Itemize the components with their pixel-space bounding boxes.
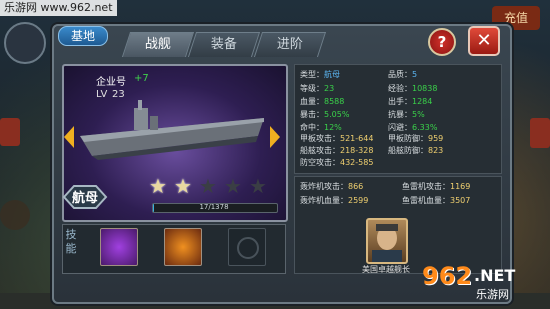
stat-bomber-attack: 轰炸机攻击：866 xyxy=(300,182,364,191)
stat-side-defense: 船舷防御：823 xyxy=(388,146,444,155)
stat-dodge: 闪避：6.33% xyxy=(388,123,438,132)
carrier-type-text: 航母 xyxy=(72,190,98,206)
stat-crit: 暴击：5.05% xyxy=(300,110,350,119)
base-tag: 基地 xyxy=(58,26,108,46)
watermark-site: 乐游网 xyxy=(476,288,509,301)
stat-hit: 命中：12% xyxy=(300,123,342,132)
ship-enhance-level: +7 xyxy=(134,73,149,84)
star-icon: ★ xyxy=(199,174,217,198)
commander-portrait[interactable] xyxy=(366,218,408,264)
skill-aircraft-icon[interactable] xyxy=(100,228,138,266)
skills-label: 技能 xyxy=(65,228,77,255)
side-icon-left xyxy=(0,200,30,230)
tab-equipment[interactable]: 装备 xyxy=(187,32,261,57)
stat-level: 等级：23 xyxy=(300,84,335,93)
exp-text: 17/1378 xyxy=(199,203,229,211)
help-button[interactable]: ? xyxy=(428,28,456,56)
side-menu-left xyxy=(0,118,20,146)
tab-warship[interactable]: 战舰 xyxy=(121,32,195,57)
stat-hp: 血量：8588 xyxy=(300,97,345,106)
aircraft-carrier-image xyxy=(80,100,264,160)
crosshair-icon xyxy=(237,237,259,259)
stat-anti-crit: 抗暴：5% xyxy=(388,110,425,119)
watermark-num: 962 xyxy=(422,262,473,290)
skill-missile-icon[interactable] xyxy=(164,228,202,266)
star-rating: ★ ★ ★ ★ ★ xyxy=(148,176,268,196)
star-icon: ★ xyxy=(249,174,267,198)
carrier-type-badge: 航母 xyxy=(62,185,108,209)
stat-torpedo-attack: 鱼雷机攻击：1169 xyxy=(402,182,471,191)
star-icon: ★ xyxy=(224,174,242,198)
player-avatar xyxy=(4,22,46,64)
stat-deck-attack: 甲板攻击：521-644 xyxy=(300,134,374,143)
watermark-top: 乐游网 www.962.net xyxy=(0,0,117,16)
commander-name: 美国卓越舰长 xyxy=(362,265,410,274)
next-ship-arrow[interactable] xyxy=(270,126,280,148)
tab-warship-label: 战舰 xyxy=(144,37,171,52)
stat-deck-defense: 甲板防御：959 xyxy=(388,134,444,143)
stat-torpedo-hp: 鱼雷机血量：3507 xyxy=(402,196,471,205)
stat-exp: 经验：10838 xyxy=(388,84,438,93)
stat-bomber-hp: 轰炸机血量：2599 xyxy=(300,196,369,205)
prev-ship-arrow[interactable] xyxy=(64,126,74,148)
empty-skill-slot[interactable] xyxy=(228,228,266,266)
close-button[interactable]: ✕ xyxy=(468,26,500,56)
star-icon: ★ xyxy=(149,174,167,198)
tab-advance[interactable]: 进阶 xyxy=(253,32,327,57)
commander-face-icon xyxy=(372,224,402,262)
stat-speed: 出手：1284 xyxy=(388,97,433,106)
tab-advance-label: 进阶 xyxy=(276,37,303,52)
watermark-bottom: 962 .NET 乐游网 xyxy=(418,262,546,304)
watermark-net: .NET xyxy=(474,266,516,285)
tab-equipment-label: 装备 xyxy=(210,37,237,52)
tab-bar: 战舰 装备 进阶 xyxy=(121,32,327,58)
star-icon: ★ xyxy=(174,174,192,198)
stat-type: 类型：航母 xyxy=(300,70,340,79)
ship-name: 企业号 xyxy=(96,77,126,88)
side-menu-right xyxy=(530,118,550,148)
stat-quality: 品质：5 xyxy=(388,70,418,79)
stat-side-attack: 船舷攻击：218-328 xyxy=(300,146,374,155)
stat-aa-attack: 防空攻击：432-585 xyxy=(300,158,374,167)
